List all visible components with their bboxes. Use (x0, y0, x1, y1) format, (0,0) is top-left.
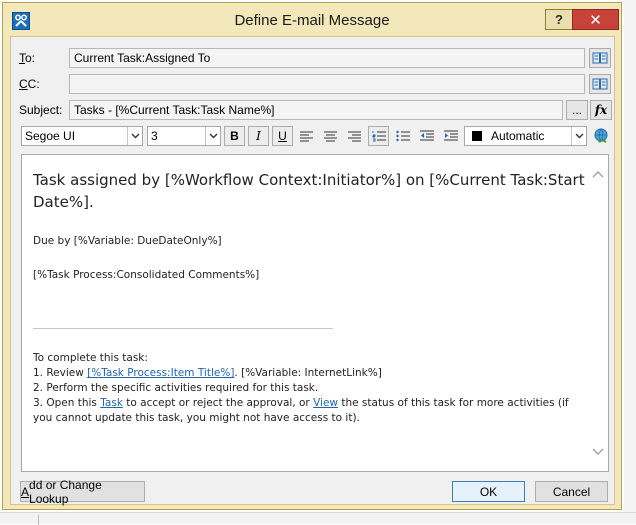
body-divider (33, 328, 333, 329)
address-book-icon (592, 78, 608, 90)
item-title-link[interactable]: [%Task Process:Item Title%] (87, 367, 234, 379)
close-button[interactable]: ✕ (572, 9, 619, 30)
align-left-icon (300, 131, 313, 141)
font-family-value: Segoe UI (25, 129, 76, 143)
subject-builder-button[interactable]: ... (566, 100, 588, 120)
font-size-value: 3 (151, 129, 158, 143)
chevron-down-icon (205, 127, 220, 145)
font-color-value: Automatic (491, 129, 545, 143)
font-family-select[interactable]: Segoe UI (21, 126, 143, 146)
align-center-button[interactable] (320, 126, 341, 146)
cc-label: CC: (19, 77, 40, 91)
decrease-indent-icon (419, 130, 434, 141)
increase-indent-button[interactable] (440, 126, 461, 146)
window-title: Define E-mail Message (234, 12, 390, 29)
add-change-lookup-button[interactable]: Add or Change Lookup (20, 478, 145, 506)
chevron-down-icon (127, 127, 142, 145)
scroll-up-arrow-icon[interactable] (592, 169, 604, 179)
address-book-cc-button[interactable] (589, 74, 611, 94)
underline-button[interactable]: U (272, 126, 293, 146)
dialog-content: To: Current Task:Assigned To CC: Subject… (10, 36, 615, 506)
subject-field[interactable]: Tasks - [%Current Task:Task Name%] (69, 100, 563, 120)
body-comments: [%Task Process:Consolidated Comments%] (33, 269, 260, 281)
background-desktop-bottom (0, 512, 636, 525)
italic-button[interactable]: I (248, 126, 269, 146)
increase-indent-icon (443, 130, 458, 141)
email-body-editor[interactable]: Task assigned by [%Workflow Context:Init… (21, 154, 609, 472)
task-link[interactable]: Task (100, 397, 123, 409)
to-field[interactable]: Current Task:Assigned To (69, 48, 585, 68)
background-desktop (624, 0, 636, 524)
bold-button[interactable]: B (224, 126, 245, 146)
align-right-icon (348, 131, 361, 141)
body-heading: Task assigned by [%Workflow Context:Init… (33, 171, 585, 211)
cc-field[interactable] (69, 74, 585, 94)
align-right-button[interactable] (344, 126, 365, 146)
title-bar[interactable]: Define E-mail Message ? ✕ (3, 3, 621, 33)
to-label: To: (19, 51, 36, 65)
font-size-select[interactable]: 3 (147, 126, 221, 146)
chevron-down-icon (571, 127, 586, 145)
help-button[interactable]: ? (545, 9, 572, 30)
define-email-dialog: Define E-mail Message ? ✕ To: Current Ta… (2, 2, 622, 510)
lookup-label: dd or Change Lookup (29, 477, 102, 506)
address-book-to-button[interactable] (589, 48, 611, 68)
ok-button[interactable]: OK (452, 481, 525, 502)
insert-hyperlink-button[interactable] (590, 126, 611, 146)
body-instructions: To complete this task: 1. Review [%Task … (33, 351, 588, 426)
bulleted-list-icon (395, 130, 410, 142)
bulleted-list-button[interactable] (392, 126, 413, 146)
numbered-list-button[interactable] (368, 126, 389, 146)
complete-intro: To complete this task: (33, 352, 148, 364)
step-3: 3. Open this Task to accept or reject th… (33, 397, 569, 424)
view-link[interactable]: View (313, 397, 338, 409)
step-1: 1. Review [%Task Process:Item Title%]. [… (33, 367, 382, 379)
lookup-access-key: A (21, 484, 30, 499)
color-swatch (472, 131, 482, 141)
numbered-list-icon (372, 131, 386, 142)
cancel-button[interactable]: Cancel (535, 481, 608, 502)
subject-label: Subject: (19, 103, 63, 117)
globe-link-icon (594, 128, 607, 143)
scroll-down-arrow-icon[interactable] (592, 447, 604, 457)
decrease-indent-button[interactable] (416, 126, 437, 146)
font-color-select[interactable]: Automatic (464, 126, 587, 146)
address-book-icon (592, 52, 608, 64)
align-left-button[interactable] (296, 126, 317, 146)
formatting-toolbar: Segoe UI 3 B I U Automatic (21, 126, 611, 150)
align-center-icon (324, 131, 337, 141)
step-2: 2. Perform the specific activities requi… (33, 382, 319, 394)
body-due: Due by [%Variable: DueDateOnly%] (33, 235, 222, 247)
function-fx-button[interactable]: fx (590, 100, 612, 120)
